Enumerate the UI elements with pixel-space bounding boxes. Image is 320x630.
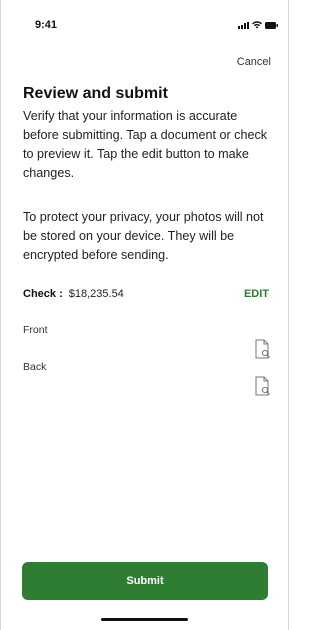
wifi-icon [252,21,262,29]
front-image-label: Front [23,324,48,336]
privacy-notice: To protect your privacy, your photos wil… [23,210,264,262]
check-amount: $18,235.54 [68,288,124,300]
back-document-preview-icon[interactable] [255,376,271,396]
home-indicator [101,618,188,621]
status-icons [238,21,278,29]
check-label: Check : [23,288,63,300]
edit-button[interactable]: EDIT [244,288,269,300]
check-summary-row[interactable]: Check : $18,235.54 EDIT [23,288,269,304]
back-image-label: Back [23,361,47,373]
status-time: 9:41 [35,19,58,31]
phone-screen: 9:41 Cancel Review and submit Verify tha… [0,0,289,630]
intro-text: Verify that your information is accurate… [23,109,268,180]
front-document-preview-icon[interactable] [255,339,271,359]
cancel-button[interactable]: Cancel [237,56,271,68]
submit-button[interactable]: Submit [22,562,268,600]
page-title: Review and submit [23,85,168,102]
battery-icon [265,22,278,29]
signal-icon [238,22,249,29]
status-bar: 9:41 [1,0,290,44]
